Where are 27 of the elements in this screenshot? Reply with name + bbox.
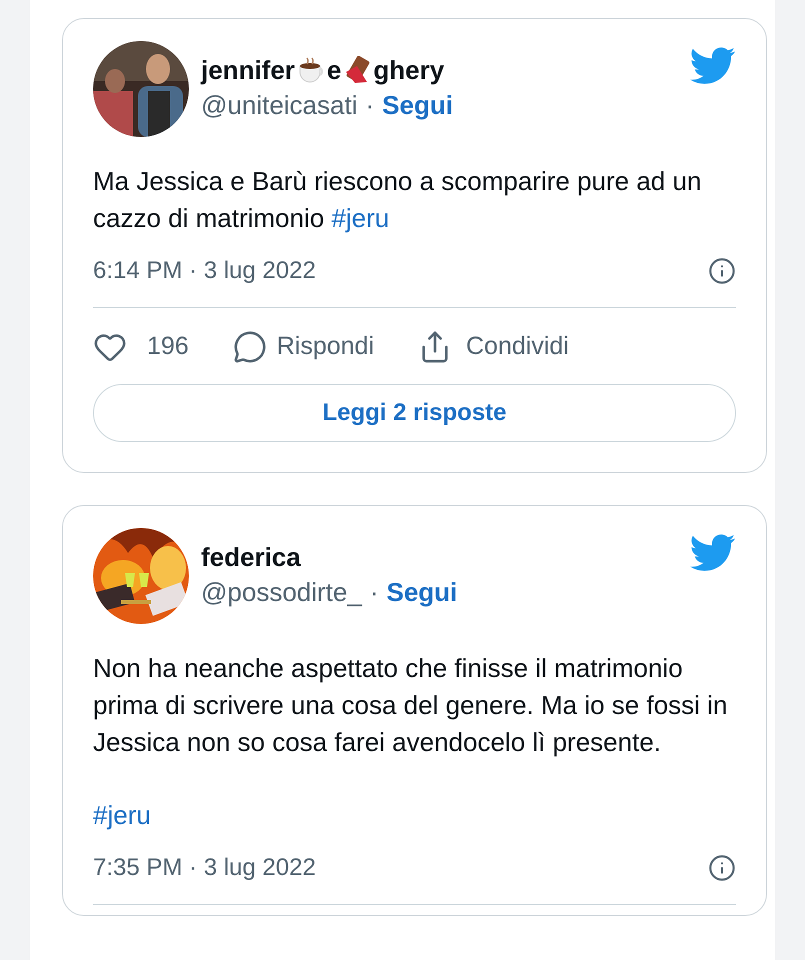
twitter-bird-icon — [690, 47, 736, 85]
reply-button[interactable]: Rispondi — [232, 328, 374, 366]
tweet-text: Ma Jessica e Barù riescono a scomparire pure ad un cazzo di matrimonio #jeru — [93, 165, 702, 235]
username: @possodirte_ — [201, 576, 362, 608]
timestamp: 7:35 PM · 3 lug 2022 — [93, 852, 316, 882]
display-name: ghery — [373, 54, 444, 87]
info-icon[interactable] — [708, 854, 736, 882]
hashtag-link[interactable]: #jeru — [93, 800, 151, 830]
hashtag-link[interactable]: #jeru — [331, 203, 390, 233]
separator: · — [370, 576, 378, 608]
like-button[interactable]: 196 — [93, 328, 189, 366]
follow-link[interactable]: Segui — [386, 574, 458, 610]
twitter-bird-icon — [690, 534, 736, 572]
display-name: federica — [201, 540, 301, 574]
info-icon[interactable] — [708, 257, 736, 285]
separator: · — [365, 89, 374, 122]
chocolate-icon — [343, 56, 372, 84]
read-replies-button[interactable]: Leggi 2 risposte — [93, 384, 736, 442]
share-button[interactable]: Condividi — [418, 328, 569, 366]
speech-bubble-icon — [232, 330, 267, 364]
display-name: jennifer — [201, 54, 295, 87]
cup-icon — [296, 56, 325, 84]
tweet-text: Non ha neanche aspettato che finisse il matrimonio prima di scrivere una cosa del genere. Ma io se fossi in Jessica non so cosa farei avendocelo lì presente. — [93, 652, 728, 758]
follow-link[interactable]: Segui — [382, 87, 453, 123]
username: @uniteicasati — [201, 89, 358, 122]
display-name: e — [326, 54, 342, 87]
timestamp: 6:14 PM · 3 lug 2022 — [93, 256, 316, 286]
